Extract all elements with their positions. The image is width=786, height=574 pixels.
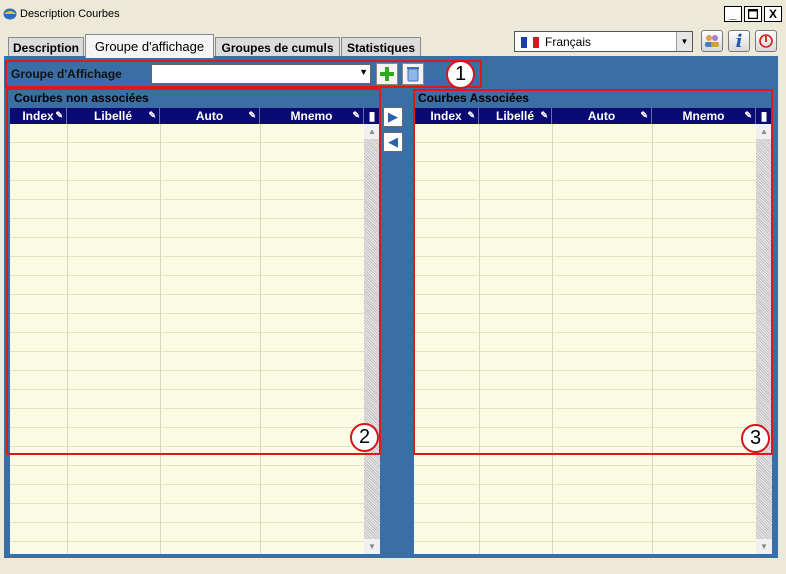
users-icon [705, 35, 719, 47]
scroll-down-icon[interactable]: ▼ [756, 539, 772, 554]
flag-icon [521, 37, 539, 48]
users-button[interactable] [701, 30, 723, 52]
info-icon: i [735, 30, 743, 52]
dissociate-button[interactable]: ◀ [383, 132, 403, 152]
tab-statistiques[interactable]: Statistiques [341, 37, 421, 57]
close-button[interactable]: X [764, 6, 782, 22]
quit-button[interactable] [755, 30, 777, 52]
tab-groupes-cumuls[interactable]: Groupes de cumuls [215, 37, 340, 57]
chevron-down-icon[interactable]: ▼ [676, 32, 692, 51]
maximize-button[interactable] [744, 6, 762, 22]
language-value: Français [545, 35, 592, 49]
window-title: Description Courbes [20, 8, 120, 20]
annotation-badge-2: 2 [350, 423, 379, 452]
annotation-badge-1: 1 [446, 60, 475, 89]
annotation-box-2 [6, 88, 381, 455]
tab-description[interactable]: Description [8, 37, 84, 57]
tab-groupe-affichage[interactable]: Groupe d'affichage [85, 34, 214, 58]
maximize-icon [748, 9, 758, 19]
associate-button[interactable]: ▶ [383, 107, 403, 127]
arrow-right-icon: ▶ [388, 109, 398, 124]
annotation-badge-3: 3 [741, 424, 770, 453]
scroll-down-icon[interactable]: ▼ [364, 539, 380, 554]
minimize-button[interactable]: _ [724, 6, 742, 22]
language-select[interactable]: Français ▼ [514, 31, 693, 52]
app-icon [3, 8, 17, 20]
title-bar: Description Courbes _ X [0, 0, 786, 28]
arrow-left-icon: ◀ [388, 134, 398, 149]
annotation-box-3 [413, 89, 773, 455]
power-icon [759, 34, 773, 48]
status-strip [0, 558, 786, 574]
annotation-box-1 [5, 60, 482, 88]
info-button[interactable]: i [728, 30, 750, 52]
